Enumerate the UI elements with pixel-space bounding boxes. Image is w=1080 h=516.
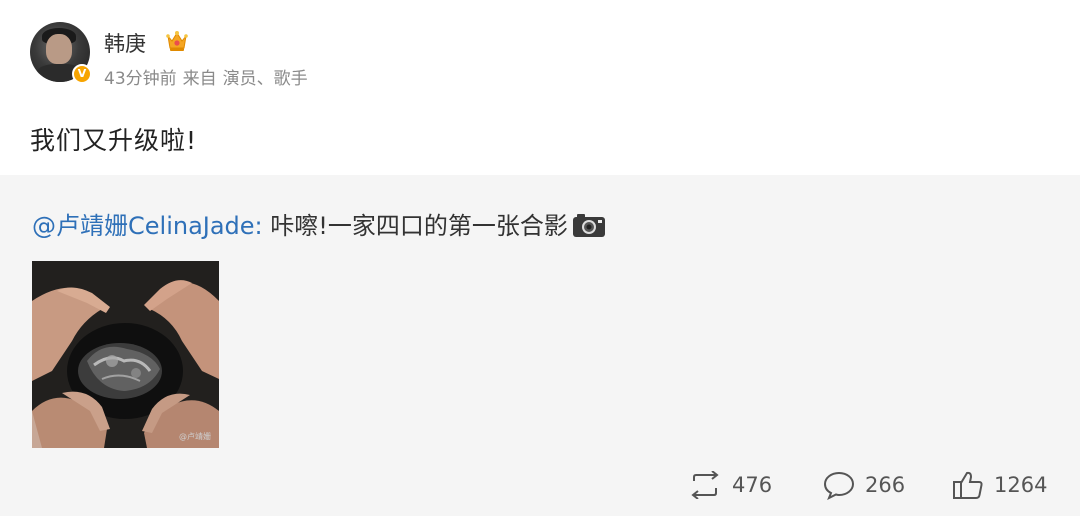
post-header: V 韩庚 43分钟前 来自 演员、歌手 我们又升级啦!: [0, 0, 1080, 175]
post-meta: 43分钟前 来自 演员、歌手: [104, 64, 314, 89]
comment-icon: [823, 471, 855, 500]
repost-count: 476: [732, 473, 773, 497]
camera-icon: [572, 214, 605, 237]
ultrasound-hands-illustration: [32, 261, 219, 448]
verified-v-icon: V: [72, 64, 92, 84]
repost-box[interactable]: @卢靖姗CelinaJade: 咔嚓!一家四口的第一张合影 @卢靖姗 476 2…: [0, 175, 1080, 516]
post-time[interactable]: 43分钟前: [104, 69, 177, 89]
action-bar: 476 266 1264: [0, 465, 1080, 505]
mention-link[interactable]: @卢靖姗CelinaJade:: [32, 212, 263, 240]
repost-icon: [691, 471, 719, 499]
post-text: 我们又升级啦!: [30, 126, 198, 155]
comment-button[interactable]: 266: [823, 465, 905, 505]
repost-button[interactable]: 476: [688, 465, 772, 505]
like-count: 1264: [994, 473, 1048, 497]
source-prefix: 来自: [182, 69, 217, 89]
repost-text: @卢靖姗CelinaJade: 咔嚓!一家四口的第一张合影: [32, 206, 606, 241]
crown-icon[interactable]: [164, 28, 190, 54]
thumbs-up-icon: [953, 471, 983, 499]
photo-watermark: @卢靖姗: [179, 432, 211, 441]
avatar[interactable]: V: [30, 22, 92, 84]
username[interactable]: 韩庚: [104, 28, 146, 58]
repost-photo[interactable]: @卢靖姗: [32, 261, 219, 448]
post-source: 演员、歌手: [222, 69, 308, 89]
like-button[interactable]: 1264: [952, 465, 1047, 505]
comment-count: 266: [865, 473, 906, 497]
repost-body: 咔嚓!一家四口的第一张合影: [262, 212, 568, 240]
